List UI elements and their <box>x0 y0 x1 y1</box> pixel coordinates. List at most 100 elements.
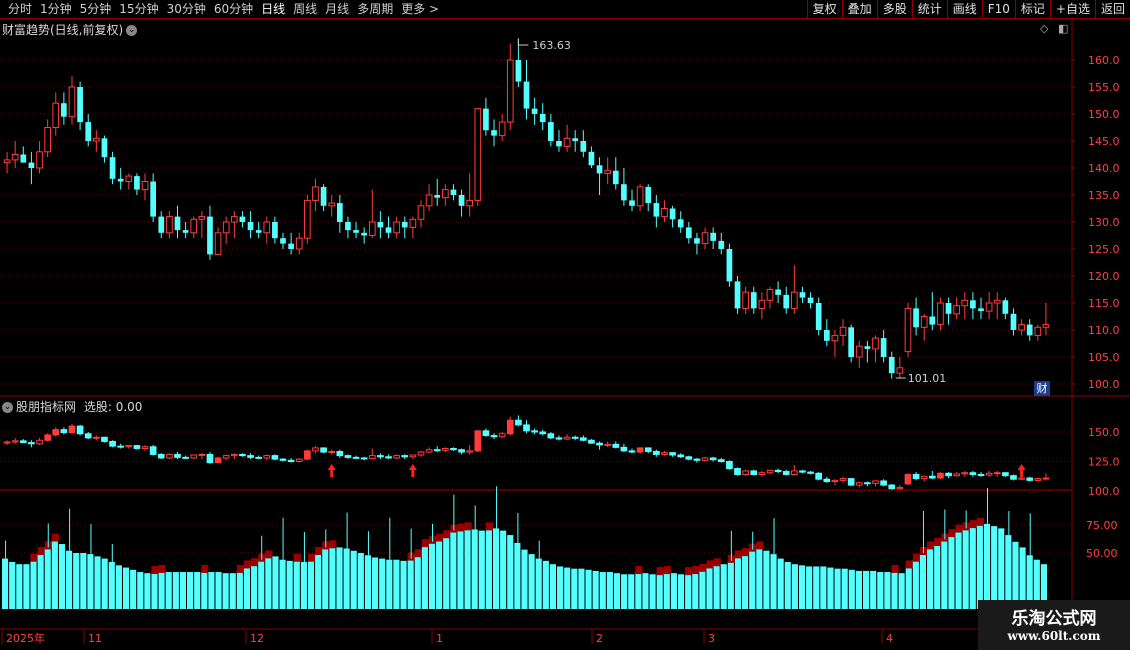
hist-bar <box>578 568 585 609</box>
hist-band <box>734 550 743 559</box>
mini-body <box>563 436 571 440</box>
candle-body <box>345 222 351 231</box>
hist-bar <box>51 539 58 609</box>
candle-body <box>913 308 919 328</box>
high-marker <box>517 38 529 46</box>
mini-body <box>945 472 952 477</box>
hist-bar <box>841 568 848 609</box>
kline-chart[interactable]: 160.0 155.0 150.0 145.0 140.0 135.0 130.0 125.0… <box>0 0 1130 650</box>
candle-body <box>393 221 400 234</box>
sub-tick-label: 100.0 <box>1088 485 1120 498</box>
candle-body <box>783 294 790 309</box>
candle-body <box>263 221 271 234</box>
mini-body <box>953 473 961 477</box>
hist-bar <box>699 569 706 609</box>
hist-bar <box>763 550 770 609</box>
hist-bar <box>955 530 962 609</box>
candle-body <box>548 122 554 141</box>
mini-body <box>52 429 60 436</box>
hist-bar <box>848 569 855 609</box>
mini-body <box>588 439 595 444</box>
hist-bar <box>2 558 9 609</box>
mini-body <box>669 452 676 456</box>
candle-body <box>539 114 546 123</box>
candle-body <box>1026 324 1033 336</box>
hist-bar <box>343 548 350 609</box>
mini-body <box>847 478 855 486</box>
hist-band <box>457 523 465 532</box>
mini-body <box>190 454 198 459</box>
mini-body <box>312 447 319 452</box>
hist-bar <box>23 564 30 609</box>
hist-bar <box>749 549 756 609</box>
hist-bar <box>187 572 194 609</box>
candle-body <box>207 216 213 255</box>
hist-bar <box>813 566 820 609</box>
hist-bar <box>991 526 998 609</box>
hist-bar <box>734 556 742 609</box>
candle-body <box>125 175 133 183</box>
hist-band <box>635 566 643 575</box>
finance-badge[interactable]: 财 <box>1034 381 1050 396</box>
hist-bar <box>94 556 101 609</box>
hist-bar <box>471 529 478 609</box>
candle-body <box>766 289 774 301</box>
hist-bar <box>443 536 450 609</box>
hist-band <box>421 539 429 548</box>
candle-body <box>937 302 944 326</box>
candle-body <box>474 108 482 201</box>
hist-bar <box>201 570 208 609</box>
mini-body <box>612 443 620 448</box>
hist-bar <box>215 572 222 609</box>
candle-body <box>1018 324 1025 331</box>
candle-body <box>612 170 619 185</box>
candle-body <box>563 137 571 147</box>
candle-body <box>36 151 43 169</box>
candle-body <box>864 346 871 349</box>
price-tick-label: 160.0 <box>1088 54 1120 67</box>
mini-body <box>320 447 327 453</box>
mini-body <box>855 482 863 486</box>
candle-body <box>353 230 359 233</box>
date-label: 11 <box>88 632 102 645</box>
candle-body <box>247 222 254 231</box>
hist-bar <box>1005 535 1012 609</box>
hist-bar <box>635 572 642 609</box>
hist-bar <box>478 530 485 609</box>
price-tick-label: 145.0 <box>1088 135 1120 148</box>
mini-body <box>409 454 417 458</box>
hist-bar <box>784 561 791 609</box>
hist-bar <box>649 574 656 609</box>
candle-body <box>1002 300 1009 314</box>
mini-body <box>620 446 628 452</box>
mini-body <box>125 445 133 448</box>
mini-body <box>823 478 831 483</box>
hist-band <box>443 530 451 539</box>
date-label: 2 <box>596 632 603 645</box>
candle-body <box>466 199 474 207</box>
hist-bar <box>621 574 628 609</box>
mini-body <box>766 469 774 474</box>
mini-body <box>255 456 263 459</box>
hist-bar <box>158 570 165 609</box>
hist-bar <box>521 549 528 609</box>
candle-body <box>134 176 140 190</box>
hist-band <box>158 564 166 573</box>
hist-bar <box>9 561 16 609</box>
candle-body <box>831 334 839 342</box>
hist-bar <box>685 573 692 609</box>
candle-body <box>255 230 262 233</box>
mini-body <box>523 424 530 432</box>
hist-bar <box>919 553 927 609</box>
candle-body <box>361 232 368 236</box>
hist-bar <box>969 526 976 609</box>
candle-body <box>385 227 392 233</box>
hist-bar <box>727 560 734 609</box>
hist-bar <box>592 570 599 609</box>
candle-body <box>718 240 725 249</box>
price-tick-label: 115.0 <box>1088 297 1120 310</box>
candle-body <box>230 216 238 223</box>
hist-bar <box>706 566 713 609</box>
candle-body <box>150 181 156 217</box>
hist-bar <box>983 523 991 609</box>
